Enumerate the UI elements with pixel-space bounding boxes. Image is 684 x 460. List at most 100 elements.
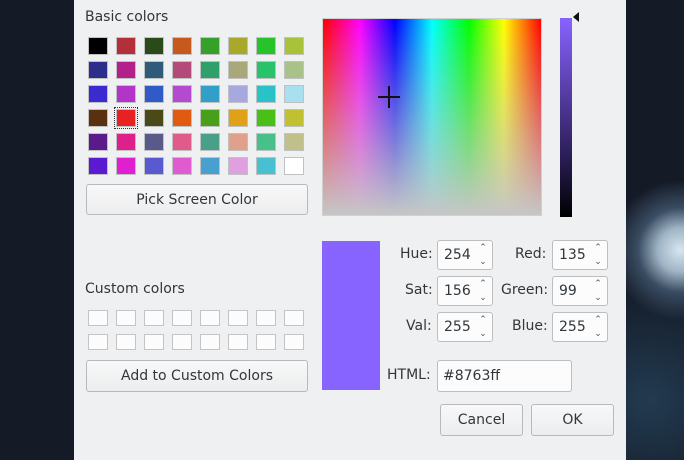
basic-color-swatch[interactable] <box>256 109 276 127</box>
basic-color-swatch[interactable] <box>172 37 192 55</box>
add-to-custom-colors-button[interactable]: Add to Custom Colors <box>86 360 308 392</box>
value-slider[interactable] <box>560 18 572 217</box>
spin-down-icon[interactable]: ⌄ <box>479 293 487 303</box>
basic-color-swatch[interactable] <box>88 133 108 151</box>
basic-color-swatch[interactable] <box>200 37 220 55</box>
red-spinbox[interactable]: 135 ⌃ ⌄ <box>552 240 608 270</box>
custom-color-swatch[interactable] <box>144 334 164 350</box>
custom-color-swatch[interactable] <box>116 334 136 350</box>
basic-color-swatch[interactable] <box>200 85 220 103</box>
pick-screen-color-button[interactable]: Pick Screen Color <box>86 184 308 215</box>
custom-colors-label: Custom colors <box>85 281 185 297</box>
custom-color-swatch[interactable] <box>144 310 164 326</box>
basic-color-swatch[interactable] <box>284 133 304 151</box>
html-value: #8763ff <box>443 368 501 384</box>
hue-value: 254 <box>444 247 471 263</box>
custom-color-swatch[interactable] <box>88 334 108 350</box>
basic-color-swatch[interactable] <box>256 37 276 55</box>
basic-color-swatch[interactable] <box>284 85 304 103</box>
custom-color-swatch[interactable] <box>284 334 304 350</box>
spin-up-icon[interactable]: ⌃ <box>479 315 487 325</box>
val-spinbox[interactable]: 255 ⌃ ⌄ <box>437 312 493 342</box>
sat-label: Sat: <box>405 282 433 298</box>
custom-color-swatch[interactable] <box>88 310 108 326</box>
cancel-button[interactable]: Cancel <box>440 404 523 436</box>
basic-color-swatch[interactable] <box>172 157 192 175</box>
sat-value: 156 <box>444 283 471 299</box>
basic-color-swatch[interactable] <box>88 37 108 55</box>
hue-saturation-picker[interactable] <box>322 18 542 216</box>
basic-color-swatch[interactable] <box>228 37 248 55</box>
hue-spinbox[interactable]: 254 ⌃ ⌄ <box>437 240 493 270</box>
basic-color-swatch[interactable] <box>200 133 220 151</box>
basic-color-swatch[interactable] <box>172 109 192 127</box>
blue-spinbox[interactable]: 255 ⌃ ⌄ <box>552 312 608 342</box>
basic-color-swatch[interactable] <box>116 157 136 175</box>
custom-color-swatch[interactable] <box>256 334 276 350</box>
basic-color-swatch[interactable] <box>200 157 220 175</box>
spin-up-icon[interactable]: ⌃ <box>479 279 487 289</box>
green-label: Green: <box>501 282 549 298</box>
spin-up-icon[interactable]: ⌃ <box>594 279 602 289</box>
basic-colors-label: Basic colors <box>85 9 169 25</box>
spin-down-icon[interactable]: ⌄ <box>479 257 487 267</box>
spin-up-icon[interactable]: ⌃ <box>479 243 487 253</box>
basic-color-swatch[interactable] <box>144 109 164 127</box>
basic-color-swatch[interactable] <box>144 61 164 79</box>
basic-color-swatch[interactable] <box>116 37 136 55</box>
green-spinbox[interactable]: 99 ⌃ ⌄ <box>552 276 608 306</box>
basic-color-swatch[interactable] <box>116 61 136 79</box>
basic-color-swatch[interactable] <box>200 61 220 79</box>
basic-color-swatch[interactable] <box>228 109 248 127</box>
custom-color-swatch[interactable] <box>228 334 248 350</box>
basic-color-swatch[interactable] <box>88 61 108 79</box>
basic-color-swatch[interactable] <box>88 109 108 127</box>
basic-color-swatch[interactable] <box>116 85 136 103</box>
basic-color-swatch[interactable] <box>284 157 304 175</box>
basic-color-swatch[interactable] <box>284 37 304 55</box>
basic-color-swatch[interactable] <box>256 85 276 103</box>
basic-color-swatch[interactable] <box>172 133 192 151</box>
spin-up-icon[interactable]: ⌃ <box>594 243 602 253</box>
spin-down-icon[interactable]: ⌄ <box>479 329 487 339</box>
basic-color-swatch[interactable] <box>144 157 164 175</box>
custom-color-swatch[interactable] <box>116 310 136 326</box>
basic-color-swatch[interactable] <box>228 61 248 79</box>
custom-color-swatch[interactable] <box>200 310 220 326</box>
html-input[interactable]: #8763ff <box>437 360 572 392</box>
slider-arrow-icon[interactable] <box>573 12 579 22</box>
spin-up-icon[interactable]: ⌃ <box>594 315 602 325</box>
basic-color-swatch[interactable] <box>284 61 304 79</box>
basic-color-swatch[interactable] <box>144 85 164 103</box>
sat-spinbox[interactable]: 156 ⌃ ⌄ <box>437 276 493 306</box>
basic-color-swatch[interactable] <box>114 107 138 129</box>
custom-color-swatch[interactable] <box>228 310 248 326</box>
basic-color-swatch[interactable] <box>172 61 192 79</box>
basic-color-swatch[interactable] <box>144 133 164 151</box>
custom-color-swatch[interactable] <box>172 334 192 350</box>
spin-down-icon[interactable]: ⌄ <box>594 293 602 303</box>
custom-color-swatch[interactable] <box>172 310 192 326</box>
basic-color-swatch[interactable] <box>284 109 304 127</box>
basic-color-swatch[interactable] <box>256 133 276 151</box>
basic-color-swatch[interactable] <box>200 109 220 127</box>
basic-color-swatch[interactable] <box>172 85 192 103</box>
basic-color-swatch[interactable] <box>88 157 108 175</box>
basic-color-swatch[interactable] <box>228 157 248 175</box>
ok-button[interactable]: OK <box>531 404 614 436</box>
custom-color-swatch[interactable] <box>256 310 276 326</box>
custom-color-swatch[interactable] <box>284 310 304 326</box>
basic-color-swatch[interactable] <box>116 133 136 151</box>
spin-down-icon[interactable]: ⌄ <box>594 329 602 339</box>
green-value: 99 <box>559 283 577 299</box>
basic-color-swatch[interactable] <box>88 85 108 103</box>
basic-color-swatch[interactable] <box>256 157 276 175</box>
basic-color-swatch[interactable] <box>228 133 248 151</box>
color-dialog: Basic colors Pick Screen Color Custom co… <box>74 0 626 460</box>
basic-color-swatch[interactable] <box>256 61 276 79</box>
spin-down-icon[interactable]: ⌄ <box>594 257 602 267</box>
red-label: Red: <box>515 246 547 262</box>
basic-color-swatch[interactable] <box>144 37 164 55</box>
custom-color-swatch[interactable] <box>200 334 220 350</box>
basic-color-swatch[interactable] <box>228 85 248 103</box>
